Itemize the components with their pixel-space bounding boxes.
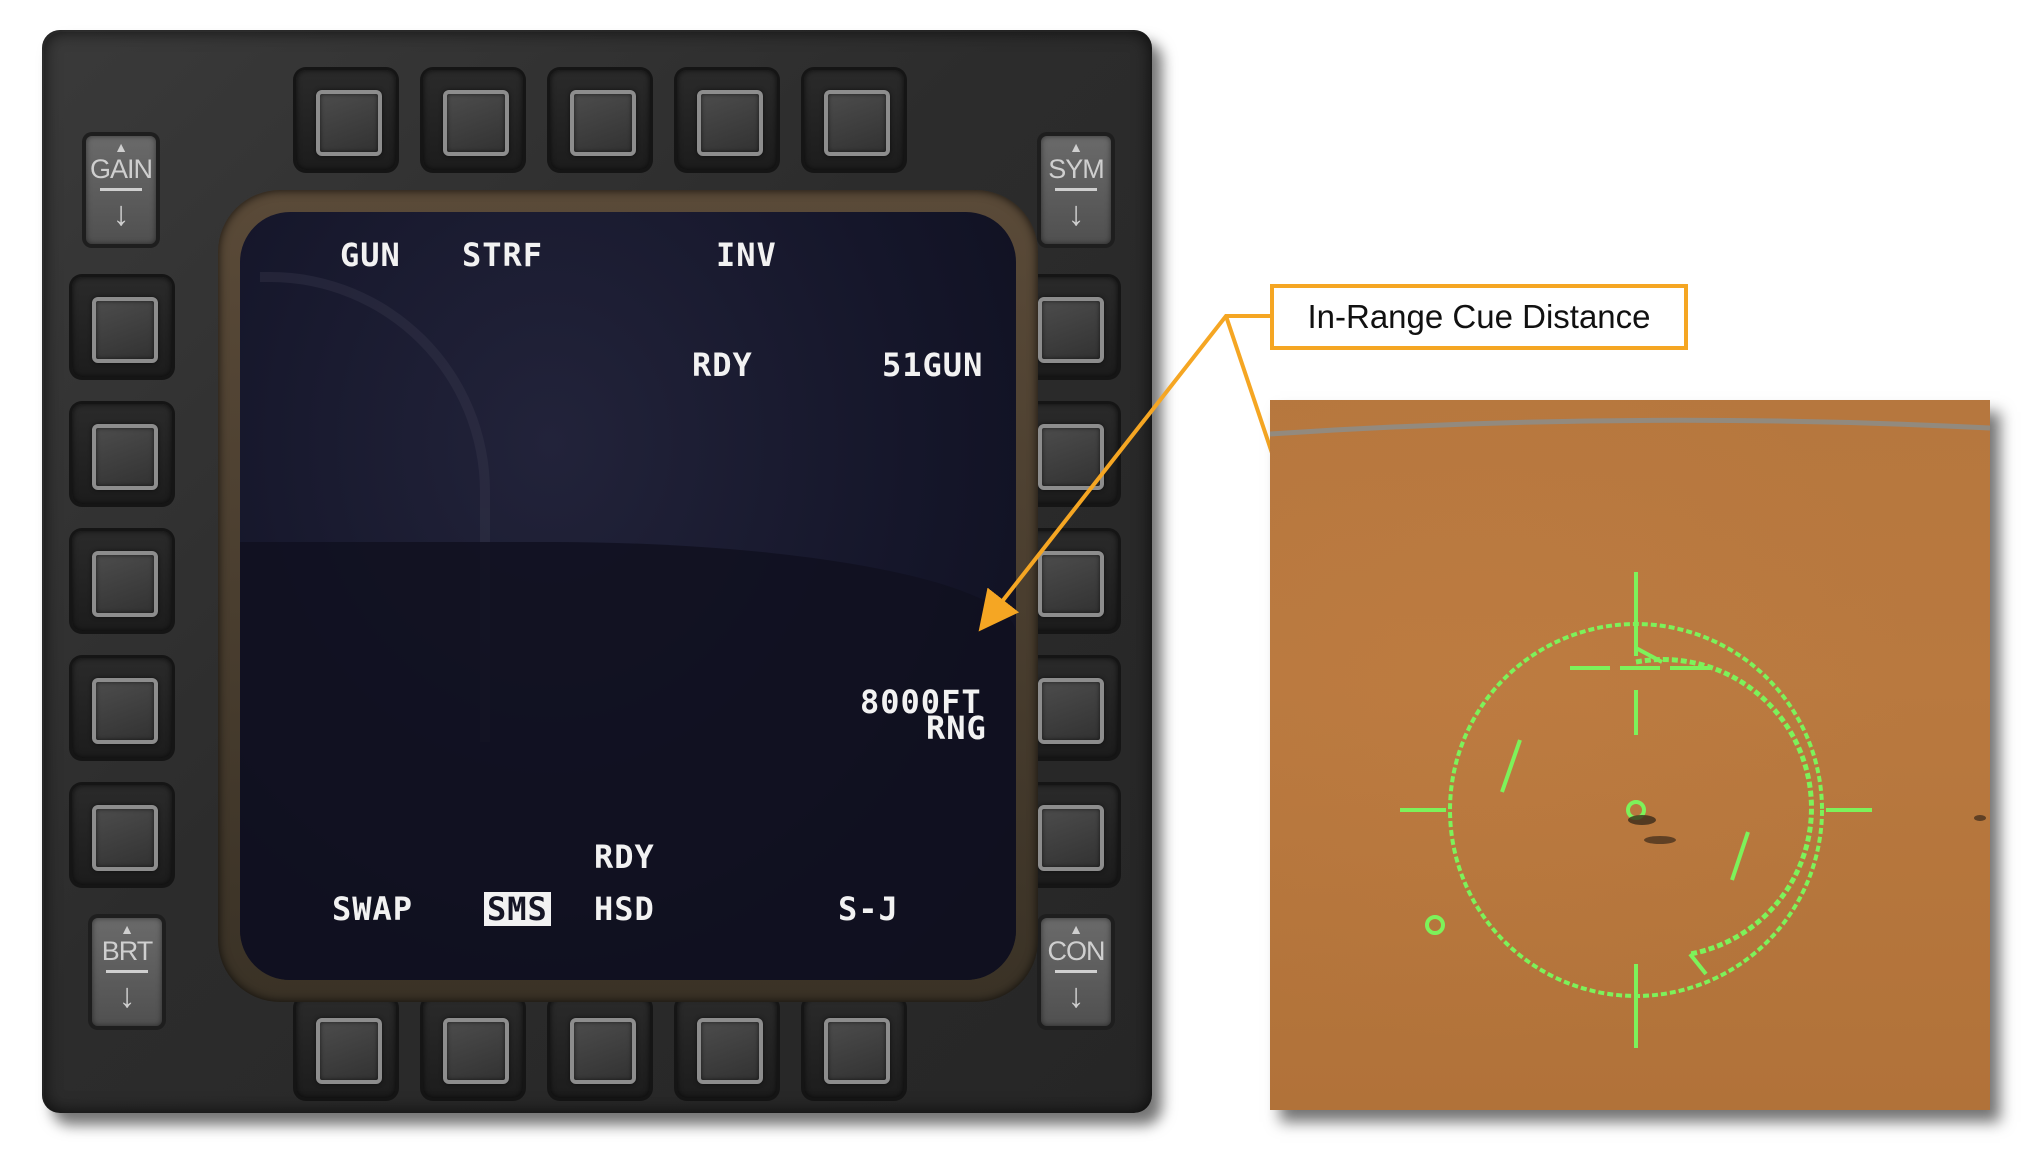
gain-label: GAIN xyxy=(89,154,153,184)
down-arrow-icon: ↓ xyxy=(1067,195,1085,233)
osb-19[interactable] xyxy=(72,404,172,504)
mode-gun-label: GUN xyxy=(340,236,401,274)
osb-13[interactable] xyxy=(550,998,650,1098)
swap-label: SWAP xyxy=(332,890,414,928)
osb-5[interactable] xyxy=(804,70,904,170)
up-arrow-icon: ▲ xyxy=(114,139,128,155)
down-arrow-icon: ↓ xyxy=(1067,977,1085,1015)
sms-page-label: SMS xyxy=(484,892,551,926)
hud-view xyxy=(1270,400,1990,1110)
osb-18[interactable] xyxy=(72,531,172,631)
brt-rocker[interactable]: ▲ BRT ↓ xyxy=(92,918,162,1026)
gain-rocker[interactable]: ▲ GAIN ↓ xyxy=(86,136,156,244)
osb-11[interactable] xyxy=(804,998,904,1098)
range-label: RNG xyxy=(926,709,987,747)
con-rocker[interactable]: ▲ CON ↓ xyxy=(1041,918,1111,1026)
sj-label: S-J xyxy=(838,890,899,928)
osb-12[interactable] xyxy=(677,998,777,1098)
osb-15[interactable] xyxy=(296,998,396,1098)
range-arc xyxy=(1635,657,1814,957)
inv-label: INV xyxy=(716,236,777,274)
down-arrow-icon: ↓ xyxy=(112,195,130,233)
osb-2[interactable] xyxy=(423,70,523,170)
ready-status: RDY xyxy=(692,346,753,384)
sym-label: SYM xyxy=(1048,154,1105,184)
sym-rocker[interactable]: ▲ SYM ↓ xyxy=(1041,136,1111,244)
osb-14[interactable] xyxy=(423,998,523,1098)
brt-label: BRT xyxy=(101,936,154,966)
osb-4[interactable] xyxy=(677,70,777,170)
reticle-circle xyxy=(1448,622,1824,998)
up-arrow-icon: ▲ xyxy=(1069,139,1083,155)
callout-label: In-Range Cue Distance xyxy=(1270,284,1688,350)
osb-16[interactable] xyxy=(72,785,172,885)
con-label: CON xyxy=(1047,936,1106,966)
bottom-ready-status: RDY xyxy=(594,838,655,876)
osb-20[interactable] xyxy=(72,277,172,377)
osb-1[interactable] xyxy=(296,70,396,170)
osb-17[interactable] xyxy=(72,658,172,758)
mfd-screen: GUN STRF INV RDY 51GUN 8000FT RNG RDY SW… xyxy=(240,212,1016,980)
hud-symbology xyxy=(1270,417,1990,1048)
mode-strf-label: STRF xyxy=(462,236,544,274)
hsd-page-label: HSD xyxy=(594,890,655,928)
osb-3[interactable] xyxy=(550,70,650,170)
down-arrow-icon: ↓ xyxy=(118,977,136,1015)
rounds-remaining: 51GUN xyxy=(882,346,984,384)
in-range-cue xyxy=(1425,915,1445,935)
mfd-bezel: ▲ GAIN ↓ ▲ SYM ↓ ▲ BRT ↓ ▲ CON ↓ GUN STR… xyxy=(42,30,1152,1113)
up-arrow-icon: ▲ xyxy=(1069,921,1083,937)
up-arrow-icon: ▲ xyxy=(120,921,134,937)
